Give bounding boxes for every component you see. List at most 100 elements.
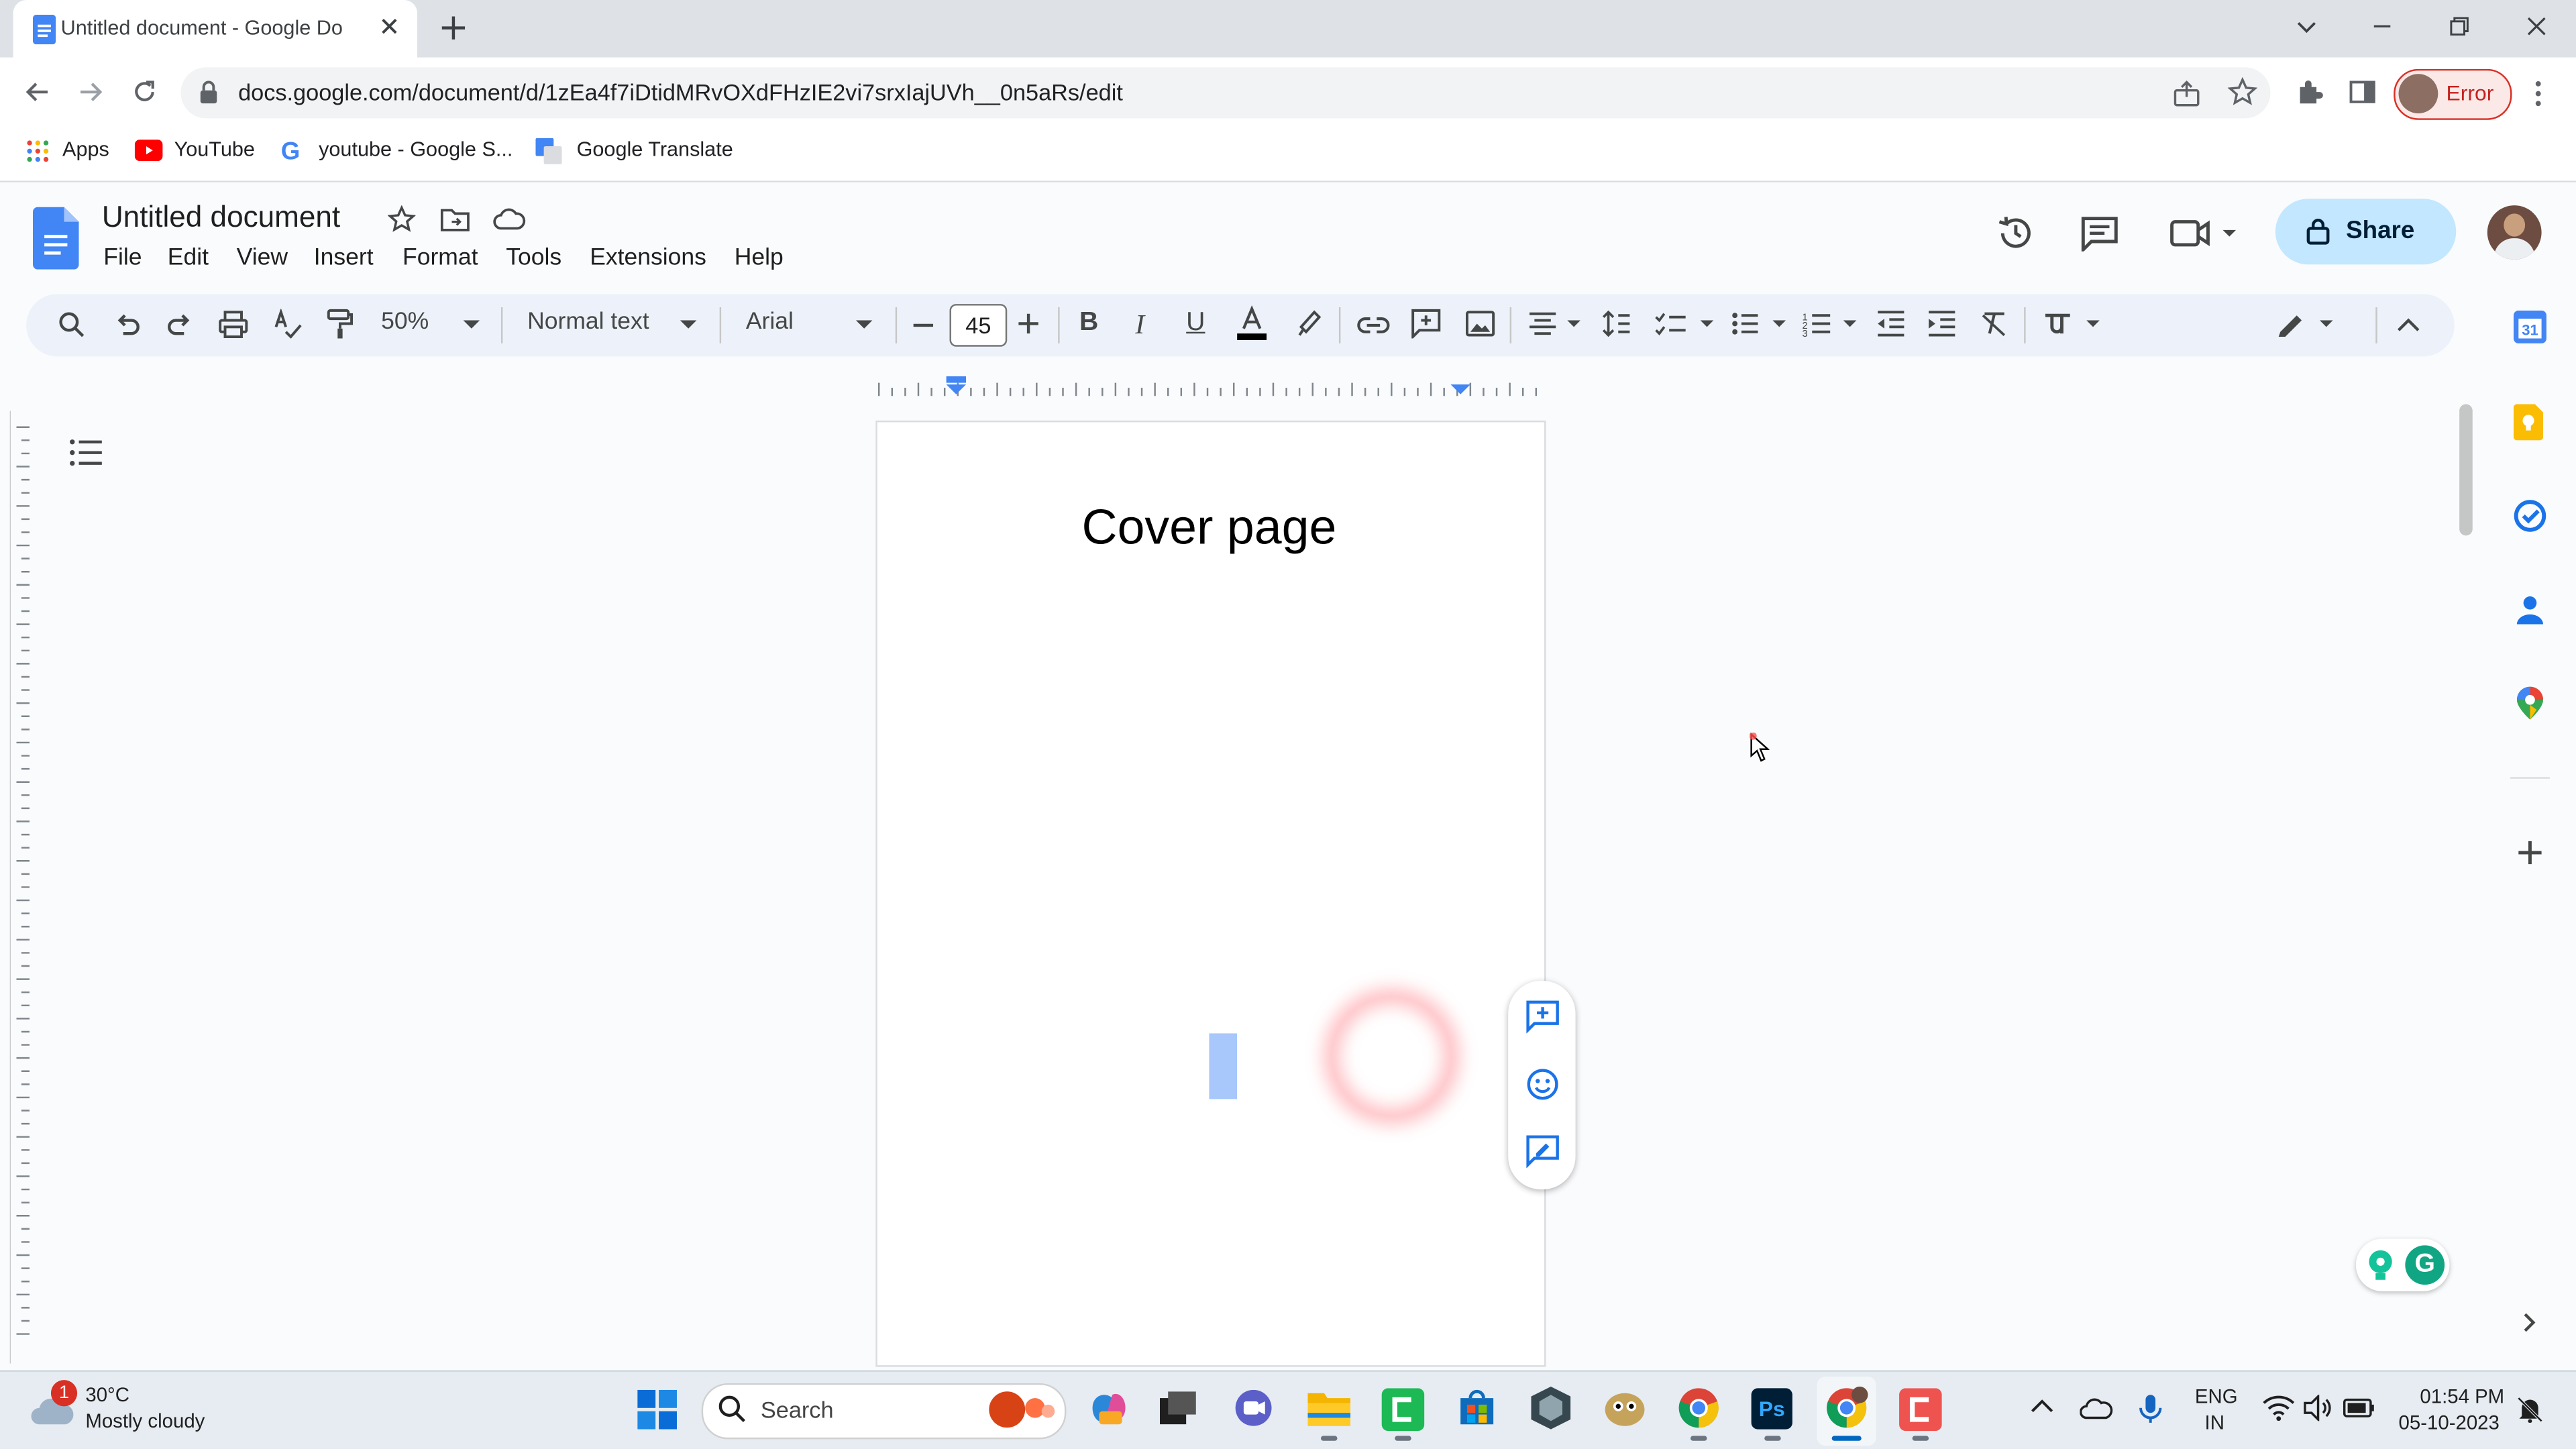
volume-icon[interactable] [2303,1395,2332,1421]
numbered-list-icon[interactable]: 123 [1803,311,1862,337]
security-app-icon[interactable] [1531,1386,1571,1430]
back-icon[interactable] [23,77,52,107]
undo-icon[interactable] [113,312,142,338]
side-panel-icon[interactable] [2348,77,2377,107]
font-size-input[interactable]: 45 [949,304,1008,347]
text-direction-icon[interactable] [2044,311,2103,337]
cloud-saved-icon[interactable] [493,207,526,230]
text-color-icon[interactable] [1237,305,1267,342]
tasks-icon[interactable] [2514,499,2546,532]
keep-icon[interactable] [2513,404,2544,441]
chrome-app-icon[interactable] [1677,1387,1720,1430]
horizontal-ruler[interactable] [875,376,1544,398]
menu-help[interactable]: Help [735,245,784,271]
get-addons-plus-icon[interactable] [2517,839,2543,865]
chrome-menu-icon[interactable] [2530,79,2546,109]
style-dropdown-icon[interactable] [680,320,697,331]
close-window-icon[interactable] [2524,13,2557,46]
move-folder-icon[interactable] [440,207,470,232]
windows-start-icon[interactable] [637,1389,677,1430]
align-center-icon[interactable] [1528,312,1584,335]
menu-view[interactable]: View [237,245,288,271]
forward-icon[interactable] [76,77,105,107]
input-language-code[interactable]: ENG [2195,1385,2238,1408]
star-icon[interactable] [387,205,416,233]
share-page-icon[interactable] [2172,79,2202,109]
game-app-icon[interactable] [1603,1388,1646,1428]
underline-icon[interactable]: U [1186,309,1205,338]
onedrive-icon[interactable] [2080,1397,2113,1419]
search-menus-icon[interactable] [58,311,86,339]
grammarly-g-icon[interactable]: G [2405,1245,2445,1285]
tab-search-icon[interactable] [2294,13,2326,46]
comments-icon[interactable] [2080,215,2119,252]
battery-icon[interactable] [2343,1397,2375,1419]
meet-camera-icon[interactable] [2169,217,2241,250]
version-history-icon[interactable] [1996,213,2036,253]
add-comment-icon[interactable] [1411,309,1441,339]
insert-link-icon[interactable] [1357,315,1390,335]
editing-mode-icon[interactable] [2275,309,2338,338]
add-emoji-reaction-icon[interactable] [1526,1068,1559,1101]
extensions-icon[interactable] [2295,77,2324,107]
contacts-icon[interactable] [2515,595,2544,625]
bulleted-list-icon[interactable] [1730,311,1789,337]
zoom-select[interactable]: 50% [381,309,429,335]
italic-icon[interactable]: I [1135,309,1144,341]
minimize-icon[interactable] [2369,13,2402,46]
clear-formatting-icon[interactable] [1980,311,2009,337]
zoom-dropdown-icon[interactable] [463,320,480,331]
clock-date[interactable]: 05-10-2023 [2399,1411,2500,1434]
document-outline-icon[interactable] [69,439,103,467]
increase-font-size-icon[interactable] [1017,312,1040,335]
task-view-icon[interactable] [1159,1391,1196,1425]
microsoft-store-icon[interactable] [1457,1388,1497,1428]
paragraph-style-select[interactable]: Normal text [527,309,649,335]
bookmark-youtube[interactable]: YouTube [174,138,255,161]
reload-icon[interactable] [129,77,159,107]
show-hidden-icons-chevron-icon[interactable] [2031,1398,2053,1414]
font-family-select[interactable]: Arial [746,309,794,335]
calendar-icon[interactable]: 31 [2513,310,2546,343]
notifications-icon[interactable] [2517,1397,2543,1423]
lock-icon[interactable] [199,80,218,104]
menu-insert[interactable]: Insert [314,245,374,271]
wifi-icon[interactable] [2262,1395,2295,1421]
teams-chat-icon[interactable] [1234,1389,1273,1426]
decrease-font-size-icon[interactable] [912,322,934,329]
weather-temperature[interactable]: 30°C [85,1383,129,1406]
expand-side-panel-icon[interactable] [2522,1311,2538,1334]
docs-logo-icon[interactable] [32,207,79,270]
menu-file[interactable]: File [103,245,142,271]
bookmark-google-translate[interactable]: Google Translate [577,138,733,161]
copilot-app-icon[interactable] [1089,1388,1129,1428]
font-dropdown-icon[interactable] [855,320,873,331]
spellcheck-icon[interactable] [273,309,303,339]
vertical-scrollbar[interactable] [2459,404,2473,536]
new-tab-icon[interactable] [439,13,468,43]
cover-page-heading[interactable]: Cover page [875,501,1542,557]
print-icon[interactable] [219,311,248,339]
maps-icon[interactable] [2516,686,2544,720]
suggest-edits-icon[interactable] [1526,1135,1559,1169]
weather-description[interactable]: Mostly cloudy [85,1409,205,1432]
vertical-ruler[interactable] [9,411,30,1364]
grammarly-bulb-icon[interactable] [2366,1248,2396,1281]
checklist-icon[interactable] [1654,311,1717,337]
file-explorer-icon[interactable] [1307,1390,1351,1426]
bookmark-youtube-google-search[interactable]: youtube - Google S... [319,138,513,161]
paint-format-icon[interactable] [327,309,354,340]
insert-image-icon[interactable] [1465,311,1495,337]
camtasia-recorder-icon[interactable] [1899,1388,1942,1432]
url-text[interactable]: docs.google.com/document/d/1zEa4f7iDtidM… [238,79,1123,105]
camtasia-app-icon[interactable] [1381,1388,1425,1432]
clock-time[interactable]: 01:54 PM [2420,1385,2504,1408]
redo-icon[interactable] [166,312,194,338]
input-language-region[interactable]: IN [2205,1411,2224,1434]
microphone-icon[interactable] [2139,1393,2162,1425]
menu-tools[interactable]: Tools [506,245,561,271]
menu-edit[interactable]: Edit [168,245,209,271]
menu-format[interactable]: Format [402,245,478,271]
hide-menus-chevron-icon[interactable] [2397,317,2420,332]
highlight-color-icon[interactable] [1295,307,1324,337]
